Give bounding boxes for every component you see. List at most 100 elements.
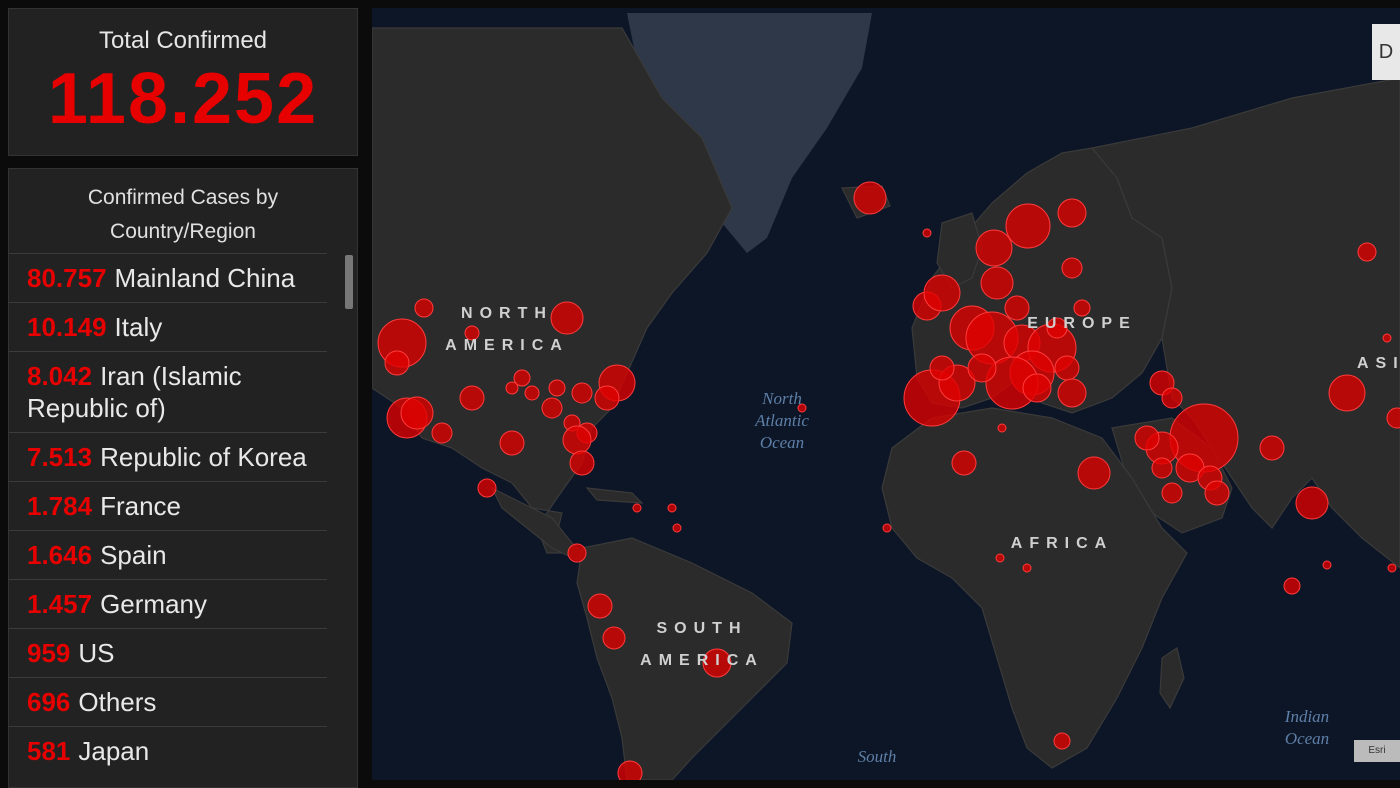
country-name: Republic of Korea	[100, 442, 307, 472]
case-marker[interactable]	[617, 760, 643, 780]
total-confirmed-panel: Total Confirmed 118.252	[8, 8, 358, 156]
case-marker[interactable]	[569, 450, 595, 476]
country-case-count: 7.513	[27, 442, 93, 472]
case-marker[interactable]	[929, 355, 955, 381]
case-marker[interactable]	[967, 353, 997, 383]
case-marker[interactable]	[459, 385, 485, 411]
country-name: Mainland China	[114, 263, 296, 293]
country-row[interactable]: 80.757 Mainland China	[9, 253, 327, 302]
country-row[interactable]: 8.042 Iran (Islamic Republic of)	[9, 351, 327, 432]
country-case-count: 581	[27, 736, 71, 766]
case-marker[interactable]	[672, 523, 682, 533]
case-marker[interactable]	[499, 430, 525, 456]
label-south-ocean: South	[857, 747, 897, 766]
country-case-count: 696	[27, 687, 71, 717]
country-name: Italy	[114, 312, 163, 342]
country-case-count: 1.646	[27, 540, 93, 570]
total-confirmed-value: 118.252	[47, 59, 319, 139]
label-north-atlantic-ocean: North Atlantic Ocean	[755, 389, 809, 452]
case-marker[interactable]	[1161, 482, 1183, 504]
country-row[interactable]: 1.784 France	[9, 481, 327, 530]
country-row[interactable]: 7.513 Republic of Korea	[9, 432, 327, 481]
country-row[interactable]: 581 Japan	[9, 726, 327, 775]
label-indian-ocean: Indian Ocean	[1284, 707, 1330, 748]
case-marker[interactable]	[571, 382, 593, 404]
country-name: Spain	[100, 540, 167, 570]
case-marker[interactable]	[1382, 333, 1392, 343]
case-marker[interactable]	[1328, 374, 1366, 412]
case-marker[interactable]	[1057, 198, 1087, 228]
country-case-count: 80.757	[27, 263, 107, 293]
case-marker[interactable]	[667, 503, 677, 513]
case-marker[interactable]	[567, 543, 587, 563]
case-marker[interactable]	[1077, 456, 1111, 490]
case-marker[interactable]	[632, 503, 642, 513]
country-row[interactable]: 1.457 Germany	[9, 579, 327, 628]
case-marker[interactable]	[431, 422, 453, 444]
case-marker[interactable]	[548, 379, 566, 397]
country-name: Japan	[78, 736, 150, 766]
case-marker[interactable]	[1134, 425, 1160, 451]
country-name: US	[78, 638, 115, 668]
case-marker[interactable]	[1022, 373, 1052, 403]
case-marker[interactable]	[882, 523, 892, 533]
world-map[interactable]: NORTH AMERICA EUROPE ASIA AFRICA SOUTH A…	[372, 8, 1400, 780]
case-marker[interactable]	[562, 425, 592, 455]
country-case-count: 1.457	[27, 589, 93, 619]
country-name: Germany	[100, 589, 207, 619]
country-case-count: 1.784	[27, 491, 93, 521]
country-row[interactable]: 959 US	[9, 628, 327, 677]
case-marker[interactable]	[1022, 563, 1032, 573]
map-canvas[interactable]	[372, 8, 1400, 780]
case-marker[interactable]	[853, 181, 887, 215]
case-marker[interactable]	[1387, 563, 1397, 573]
case-marker[interactable]	[602, 626, 626, 650]
case-marker[interactable]	[505, 381, 519, 395]
label-europe: EUROPE	[1027, 315, 1137, 332]
case-marker[interactable]	[1053, 732, 1071, 750]
case-marker[interactable]	[980, 266, 1014, 300]
case-marker[interactable]	[1204, 480, 1230, 506]
country-row[interactable]: 696 Others	[9, 677, 327, 726]
case-marker[interactable]	[1151, 457, 1173, 479]
case-marker[interactable]	[1295, 486, 1329, 520]
country-list-header: Confirmed Cases by Country/Region	[87, 186, 279, 243]
case-marker[interactable]	[951, 450, 977, 476]
case-marker[interactable]	[400, 396, 434, 430]
country-row[interactable]: 10.149 Italy	[9, 302, 327, 351]
case-marker[interactable]	[414, 298, 434, 318]
country-list[interactable]: 80.757 Mainland China 10.149 Italy 8.042 Iran…	[9, 253, 357, 775]
case-marker[interactable]	[384, 350, 410, 376]
case-marker[interactable]	[477, 478, 497, 498]
case-marker[interactable]	[1057, 378, 1087, 408]
case-marker[interactable]	[1054, 355, 1080, 381]
madagascar-landmass	[1159, 647, 1185, 710]
case-marker[interactable]	[1283, 577, 1301, 595]
case-marker[interactable]	[1322, 560, 1332, 570]
country-list-panel[interactable]: Confirmed Cases by Country/Region 80.757…	[8, 168, 358, 788]
total-confirmed-label: Total Confirmed	[98, 27, 268, 54]
case-marker[interactable]	[1061, 257, 1083, 279]
case-marker[interactable]	[587, 593, 613, 619]
case-marker[interactable]	[1357, 242, 1377, 262]
case-marker[interactable]	[594, 385, 620, 411]
list-scrollbar[interactable]	[345, 255, 353, 309]
case-marker[interactable]	[997, 423, 1007, 433]
country-case-count: 8.042	[27, 361, 93, 391]
label-north-america: NORTH AMERICA	[445, 305, 569, 354]
label-south-america: SOUTH AMERICA	[640, 620, 764, 669]
case-marker[interactable]	[975, 229, 1013, 267]
case-marker[interactable]	[923, 274, 961, 312]
case-marker[interactable]	[1161, 387, 1183, 409]
map-toggle-button[interactable]: D	[1372, 24, 1400, 80]
case-marker[interactable]	[541, 397, 563, 419]
label-asia: ASIA	[1357, 355, 1400, 372]
country-name: Others	[78, 687, 157, 717]
label-africa: AFRICA	[1010, 535, 1114, 552]
map-attribution[interactable]: Esri	[1354, 740, 1400, 762]
case-marker[interactable]	[524, 385, 540, 401]
case-marker[interactable]	[922, 228, 932, 238]
case-marker[interactable]	[1005, 203, 1051, 249]
country-row[interactable]: 1.646 Spain	[9, 530, 327, 579]
case-marker[interactable]	[1259, 435, 1285, 461]
